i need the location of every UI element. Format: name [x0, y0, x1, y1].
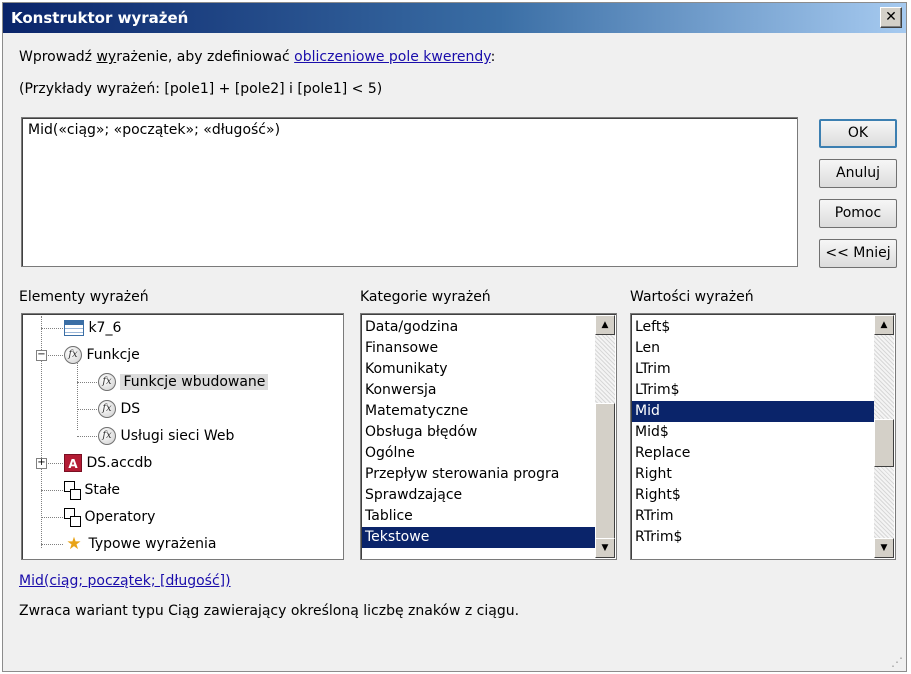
- categories-label: Kategorie wyrażeń: [360, 289, 491, 305]
- list-item[interactable]: Right: [632, 464, 874, 485]
- list-item[interactable]: Left$: [632, 317, 874, 338]
- tree-item-label: Funkcje: [86, 347, 140, 363]
- function-icon: fx: [64, 346, 82, 364]
- expression-elements-tree[interactable]: − + k7_6 fx Funkcje fx Funkcje wbudowane…: [21, 313, 344, 560]
- scroll-down-icon[interactable]: ▼: [595, 538, 615, 558]
- tree-item-built-in-functions[interactable]: fx Funkcje wbudowane: [98, 371, 269, 393]
- tree-item-ds-functions[interactable]: fx DS: [98, 398, 140, 420]
- star-icon: ★: [66, 534, 82, 554]
- list-item[interactable]: Matematyczne: [362, 401, 596, 422]
- close-button[interactable]: ✕: [880, 7, 902, 28]
- calculated-field-link[interactable]: obliczeniowe pole kwerendy: [294, 49, 490, 65]
- scroll-up-icon[interactable]: ▲: [874, 315, 894, 335]
- expression-text[interactable]: Mid(«ciąg»; «początek»; «długość»): [28, 122, 280, 138]
- values-scrollbar[interactable]: ▲ ▼: [874, 315, 894, 558]
- list-item[interactable]: Len: [632, 338, 874, 359]
- tree-item-web-services[interactable]: fx Usługi sieci Web: [98, 425, 234, 447]
- tree-item-label: Operatory: [84, 509, 156, 525]
- tree-item-ds-accdb[interactable]: A DS.accdb: [64, 452, 152, 474]
- list-item[interactable]: LTrim$: [632, 380, 874, 401]
- values-label: Wartości wyrażeń: [630, 289, 754, 305]
- scrollbar-thumb[interactable]: [595, 403, 615, 539]
- list-item-selected[interactable]: Tekstowe: [362, 527, 596, 548]
- ok-button[interactable]: OK: [819, 119, 897, 148]
- tree-item-common-expressions[interactable]: ★ Typowe wyrażenia: [64, 533, 216, 555]
- function-icon: fx: [98, 427, 116, 445]
- function-description: Zwraca wariant typu Ciąg zawierający okr…: [19, 603, 520, 619]
- table-icon: [64, 320, 84, 336]
- list-item-selected[interactable]: Mid: [632, 401, 874, 422]
- expression-values-list[interactable]: Left$ Len LTrim LTrim$ Mid Mid$ Replace …: [630, 313, 896, 560]
- window-title: Konstruktor wyrażeń: [11, 9, 189, 27]
- expression-categories-list[interactable]: Data/godzina Finansowe Komunikaty Konwer…: [360, 313, 617, 560]
- elements-label: Elementy wyrażeń: [19, 289, 149, 305]
- constants-icon: [64, 481, 81, 500]
- less-button[interactable]: << Mniej: [819, 239, 897, 268]
- intro-line-2: (Przykłady wyrażeń: [pole1] + [pole2] i …: [19, 81, 383, 97]
- scroll-down-icon[interactable]: ▼: [874, 538, 894, 558]
- intro-text: Wprowadź: [19, 49, 97, 65]
- tree-item-label: Typowe wyrażenia: [88, 536, 217, 552]
- categories-scrollbar[interactable]: ▲ ▼: [595, 315, 615, 558]
- intro-accelerator: wy: [96, 49, 117, 65]
- list-item[interactable]: Finansowe: [362, 338, 596, 359]
- expand-database-toggle[interactable]: +: [36, 458, 47, 469]
- intro-colon: :: [490, 49, 496, 65]
- access-database-icon: A: [64, 454, 82, 472]
- tree-item-functions[interactable]: fx Funkcje: [64, 344, 140, 366]
- tree-item-label: Usługi sieci Web: [120, 428, 235, 444]
- function-syntax-link[interactable]: Mid(ciąg; początek; [długość]): [19, 573, 231, 589]
- list-item[interactable]: Tablice: [362, 506, 596, 527]
- expression-input[interactable]: Mid(«ciąg»; «początek»; «długość»): [21, 117, 798, 267]
- list-item[interactable]: Right$: [632, 485, 874, 506]
- tree-item-label: Stałe: [84, 482, 120, 498]
- tree-item-label: Funkcje wbudowane: [120, 374, 269, 390]
- tree-item-label: DS.accdb: [86, 455, 153, 471]
- title-bar[interactable]: Konstruktor wyrażeń ✕: [3, 3, 906, 33]
- collapse-functions-toggle[interactable]: −: [36, 350, 47, 361]
- list-item[interactable]: Sprawdzające: [362, 485, 596, 506]
- list-item[interactable]: Przepływ sterowania progra: [362, 464, 596, 485]
- intro-line-1: Wprowadź wyrażenie, aby zdefiniować obli…: [19, 49, 495, 65]
- tree-item-k7_6[interactable]: k7_6: [64, 317, 121, 339]
- scrollbar-thumb[interactable]: [874, 419, 894, 467]
- scroll-up-icon[interactable]: ▲: [595, 315, 615, 335]
- tree-item-label: k7_6: [88, 320, 122, 336]
- list-item[interactable]: Data/godzina: [362, 317, 596, 338]
- list-item[interactable]: Replace: [632, 443, 874, 464]
- list-item[interactable]: Konwersja: [362, 380, 596, 401]
- list-item[interactable]: Obsługa błędów: [362, 422, 596, 443]
- intro-text-middle: rażenie, aby zdefiniować: [116, 49, 295, 65]
- list-item[interactable]: Mid$: [632, 422, 874, 443]
- values-items: Left$ Len LTrim LTrim$ Mid Mid$ Replace …: [632, 317, 874, 548]
- list-item[interactable]: LTrim: [632, 359, 874, 380]
- list-item[interactable]: Komunikaty: [362, 359, 596, 380]
- resize-grip-icon[interactable]: ⋰: [891, 656, 903, 668]
- function-icon: fx: [98, 373, 116, 391]
- list-item[interactable]: RTrim$: [632, 527, 874, 548]
- expression-builder-dialog: Konstruktor wyrażeń ✕ Wprowadź wyrażenie…: [2, 2, 907, 672]
- list-item[interactable]: RTrim: [632, 506, 874, 527]
- tree-item-constants[interactable]: Stałe: [64, 479, 120, 501]
- list-item[interactable]: Ogólne: [362, 443, 596, 464]
- cancel-button[interactable]: Anuluj: [819, 159, 897, 188]
- operators-icon: [64, 508, 81, 527]
- help-button[interactable]: Pomoc: [819, 199, 897, 228]
- tree-item-label: DS: [120, 401, 141, 417]
- tree-item-operators[interactable]: Operatory: [64, 506, 155, 528]
- categories-items: Data/godzina Finansowe Komunikaty Konwer…: [362, 317, 596, 548]
- function-icon: fx: [98, 400, 116, 418]
